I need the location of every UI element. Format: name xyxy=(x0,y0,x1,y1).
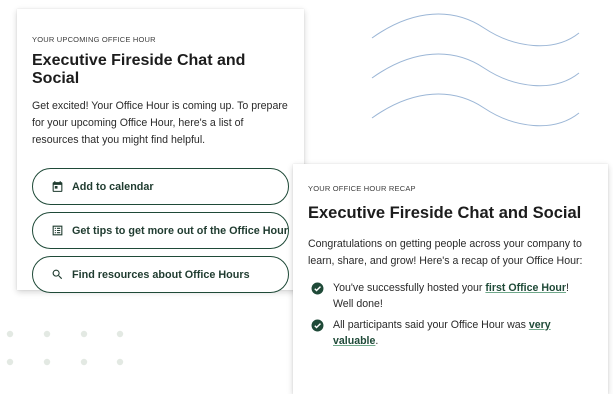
calendar-icon xyxy=(50,180,64,194)
list-item-text: All participants said your Office Hour w… xyxy=(333,318,592,349)
button-label: Get tips to get more out of the Office H… xyxy=(72,224,288,237)
add-to-calendar-button[interactable]: Add to calendar xyxy=(32,168,289,205)
decorative-dots xyxy=(6,330,124,366)
check-circle-icon xyxy=(311,282,324,295)
upcoming-office-hour-card: YOUR UPCOMING OFFICE HOUR Executive Fire… xyxy=(17,9,304,293)
card-title: Executive Fireside Chat and Social xyxy=(32,52,246,87)
resource-buttons: Add to calendar Get tips to get more out… xyxy=(32,168,289,293)
card-eyebrow: YOUR UPCOMING OFFICE HOUR xyxy=(32,35,156,44)
find-resources-button[interactable]: Find resources about Office Hours xyxy=(32,256,289,293)
card-title: Executive Fireside Chat and Social xyxy=(308,204,582,222)
check-circle-icon xyxy=(311,319,324,332)
card-description: Congratulations on getting people across… xyxy=(308,238,583,267)
card-description: Get excited! Your Office Hour is coming … xyxy=(32,100,288,146)
list-item: All participants said your Office Hour w… xyxy=(308,318,592,349)
office-hour-recap-card: YOUR OFFICE HOUR RECAP Executive Firesid… xyxy=(293,164,608,394)
list-item-text: You've successfully hosted your first Of… xyxy=(333,281,592,312)
recap-list: You've successfully hosted your first Of… xyxy=(308,281,592,349)
list-item: You've successfully hosted your first Of… xyxy=(308,281,592,312)
text-segment: . xyxy=(375,334,379,347)
list-icon xyxy=(50,224,64,238)
button-label: Add to calendar xyxy=(72,180,154,193)
text-segment: You've successfully hosted your xyxy=(333,282,486,294)
text-segment: All participants said your Office Hour w… xyxy=(333,319,529,331)
decorative-waves xyxy=(371,13,580,127)
first-office-hour-link[interactable]: first Office Hour xyxy=(485,282,566,294)
button-label: Find resources about Office Hours xyxy=(72,268,250,281)
card-eyebrow: YOUR OFFICE HOUR RECAP xyxy=(308,184,416,193)
search-icon xyxy=(50,268,64,282)
get-tips-button[interactable]: Get tips to get more out of the Office H… xyxy=(32,212,289,249)
